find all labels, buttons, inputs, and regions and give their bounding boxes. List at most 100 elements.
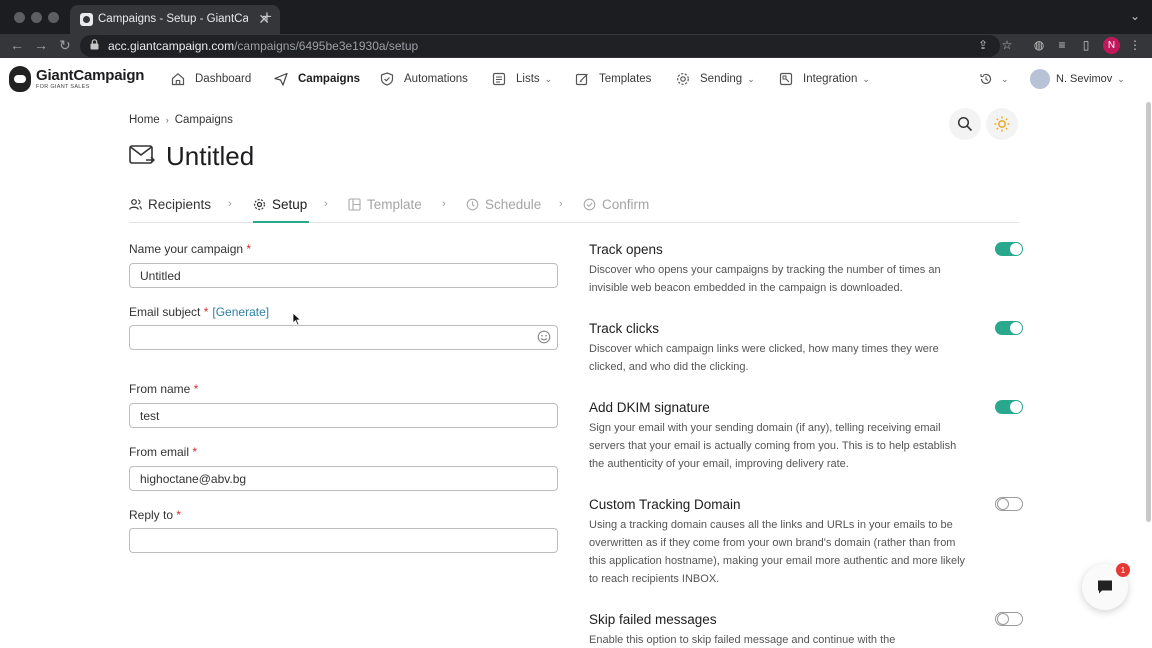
from-name-input[interactable]: test [129, 403, 558, 428]
chat-bubble-icon [1098, 580, 1112, 594]
chevron-down-icon: ⌄ [862, 74, 870, 84]
campaign-steps: Recipients › Setup › Template › Schedule… [129, 196, 1019, 223]
track-opens-toggle[interactable] [995, 242, 1023, 256]
bookmark-star-icon[interactable]: ☆ [1000, 38, 1014, 52]
page-content: Home › Campaigns Untitled Recipients › Set… [0, 100, 1152, 648]
browser-tab[interactable]: Campaigns - Setup - GiantCam ✕ [70, 5, 280, 34]
avatar[interactable] [1030, 69, 1050, 89]
track-opens-desc: Discover who opens your campaigns by tra… [589, 264, 941, 294]
custom-tracking-domain-title: Custom Tracking Domain [589, 497, 741, 512]
step-schedule-label: Schedule [485, 197, 542, 212]
chevron-down-icon: ⌄ [747, 74, 755, 84]
browser-profile-avatar[interactable]: N [1103, 37, 1120, 54]
nav-integration-label: Integration ⌄ [803, 73, 870, 85]
chevron-down-icon: ⌄ [544, 74, 553, 84]
forward-arrow-icon[interactable]: → [34, 37, 48, 53]
from-name-label: From name * [129, 382, 199, 396]
chevron-right-icon: › [559, 198, 563, 210]
browser-window: Campaigns - Setup - GiantCam ✕ + ⌄ ← → ↻… [0, 0, 1152, 648]
history-icon [980, 73, 992, 85]
browser-menu-icon[interactable]: ⋮ [1128, 38, 1142, 52]
custom-tracking-domain-desc: Using a tracking domain causes all the l… [589, 519, 966, 585]
mouse-cursor-icon [292, 312, 302, 326]
new-tab-icon[interactable]: + [262, 7, 272, 27]
check-circle-icon [583, 198, 596, 211]
gear-icon [253, 198, 266, 211]
gear-icon [677, 73, 689, 85]
dkim-toggle[interactable] [995, 400, 1023, 414]
page-scrollbar[interactable] [1146, 102, 1151, 522]
custom-tracking-domain-toggle[interactable] [995, 497, 1023, 511]
nav-dashboard-label: Dashboard [195, 73, 252, 85]
reply-to-input[interactable] [129, 528, 558, 553]
back-arrow-icon[interactable]: ← [10, 37, 24, 53]
skip-failed-title: Skip failed messages [589, 612, 717, 627]
track-clicks-toggle[interactable] [995, 321, 1023, 335]
window-minimize-dot[interactable] [31, 12, 42, 23]
layout-icon [348, 198, 361, 211]
reading-list-icon[interactable]: ≡ [1055, 38, 1069, 52]
clock-icon [466, 198, 479, 211]
theme-toggle-button[interactable] [986, 108, 1018, 140]
nav-lists-label: Lists ⌄ [516, 73, 552, 85]
from-email-input[interactable]: highoctane@abv.bg [129, 466, 558, 491]
side-panel-icon[interactable]: ▯ [1079, 38, 1093, 52]
reload-icon[interactable]: ↻ [59, 37, 71, 54]
user-menu[interactable]: N. Sevimov ⌄ [1056, 73, 1125, 85]
dkim-title: Add DKIM signature [589, 400, 710, 415]
site-favicon-icon [80, 13, 93, 26]
breadcrumb-home[interactable]: Home [129, 114, 160, 126]
reply-to-label: Reply to * [129, 508, 182, 522]
logo-subtext: FOR GIANT SALES [36, 84, 90, 90]
generate-link[interactable]: [Generate] [212, 305, 269, 319]
breadcrumb: Home › Campaigns [129, 114, 233, 126]
emoji-icon[interactable] [537, 330, 551, 344]
skip-failed-toggle[interactable] [995, 612, 1023, 626]
email-subject-label: Email subject * [Generate] [129, 305, 270, 319]
browser-toolbar: ← → ↻ acc.giantcampaign.com/campaigns/64… [0, 34, 1152, 58]
nav-sending-text: Sending [700, 73, 743, 85]
track-clicks-title: Track clicks [589, 321, 659, 336]
tab-list-chevron-icon[interactable]: ⌄ [1130, 9, 1140, 23]
mail-icon [129, 145, 155, 164]
address-bar[interactable]: acc.giantcampaign.com/campaigns/6495be3e… [80, 35, 1000, 57]
toggle-knob [997, 613, 1009, 625]
gorilla-logo-icon[interactable] [9, 66, 31, 92]
step-template-label: Template [367, 197, 422, 212]
extension-icon[interactable]: ◍ [1032, 38, 1046, 52]
breadcrumb-current[interactable]: Campaigns [175, 114, 233, 126]
skip-failed-desc: Enable this option to skip failed messag… [589, 634, 896, 646]
users-icon [129, 199, 142, 210]
email-subject-input[interactable] [129, 325, 558, 350]
window-maximize-dot[interactable] [48, 12, 59, 23]
toggle-knob [997, 498, 1009, 510]
page-title: Untitled [166, 141, 255, 171]
search-button[interactable] [949, 108, 981, 140]
step-setup-label: Setup [272, 197, 308, 212]
share-icon[interactable]: ⇪ [976, 38, 990, 52]
toggle-knob [1010, 243, 1022, 255]
user-name: N. Sevimov [1056, 73, 1113, 85]
home-icon [171, 73, 185, 86]
window-close-dot[interactable] [14, 12, 25, 23]
nav-sending-label: Sending ⌄ [700, 73, 755, 85]
list-icon [492, 72, 506, 86]
nav-templates-label: Templates [599, 73, 652, 85]
logo-text[interactable]: GiantCampaign [36, 67, 144, 84]
search-icon [957, 116, 973, 132]
track-clicks-desc: Discover which campaign links were click… [589, 343, 939, 373]
chat-notification-badge: 1 [1116, 563, 1130, 577]
chevron-right-icon: › [324, 198, 328, 210]
paper-plane-icon [274, 72, 288, 86]
chevron-right-icon: › [228, 198, 232, 210]
campaign-name-input[interactable]: Untitled [129, 263, 558, 288]
toggle-knob [1010, 322, 1022, 334]
sun-icon [994, 116, 1010, 132]
app-header: GiantCampaign FOR GIANT SALES Dashboard … [0, 58, 1152, 100]
browser-tab-bar: Campaigns - Setup - GiantCam ✕ + ⌄ [0, 0, 1152, 34]
url-path: /campaigns/6495be3e1930a/setup [234, 39, 419, 53]
chevron-right-icon: › [442, 198, 446, 210]
step-setup[interactable]: Setup [253, 196, 309, 223]
url-text: acc.giantcampaign.com/campaigns/6495be3e… [108, 39, 418, 53]
nav-integration-text: Integration [803, 73, 858, 85]
